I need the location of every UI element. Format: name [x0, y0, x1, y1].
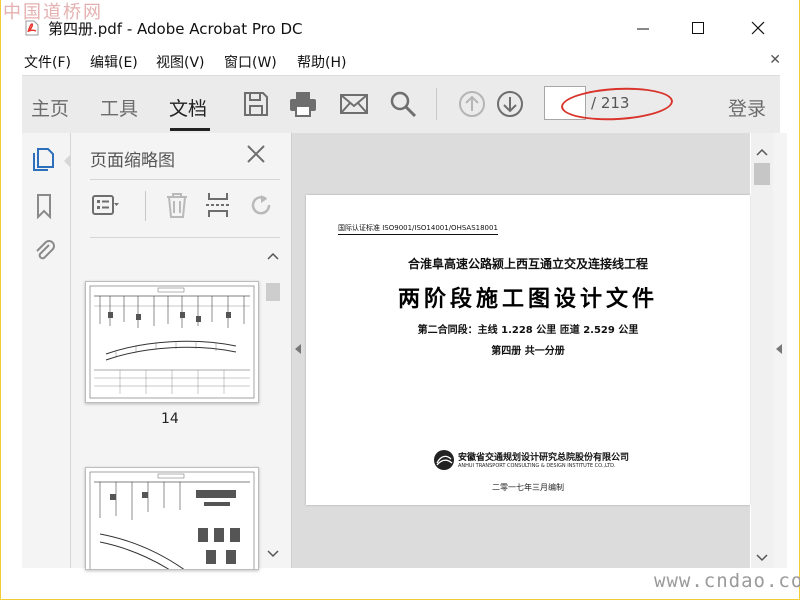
- tab-document[interactable]: 文档: [169, 94, 207, 121]
- thumbnail-options-icon[interactable]: [91, 191, 119, 219]
- thumbnails-panel: 页面缩略图 14: [71, 133, 292, 570]
- menu-file[interactable]: 文件(F): [24, 52, 71, 72]
- panel-divider: [90, 179, 280, 180]
- drawing-preview-image: [89, 471, 255, 569]
- previous-page-icon[interactable]: [457, 89, 487, 119]
- maximize-icon: [692, 22, 704, 34]
- institute-name-chinese: 安徽省交通规划设计研究总院股份有限公司: [458, 453, 630, 463]
- scroll-down-icon[interactable]: [262, 547, 284, 561]
- close-icon: [751, 21, 765, 35]
- collapse-left-panel-icon[interactable]: [295, 344, 301, 354]
- expand-right-panel-icon[interactable]: [776, 344, 782, 354]
- thumbnail-page-label: 14: [161, 411, 179, 427]
- page-thumbnail[interactable]: [85, 281, 259, 403]
- title-bar: 中国道桥网 第四册.pdf - Adobe Acrobat Pro DC: [1, 0, 799, 48]
- close-document-button[interactable]: ✕: [769, 52, 781, 68]
- document-scroll-thumb[interactable]: [754, 163, 770, 185]
- document-view[interactable]: 国际认证标准 ISO9001/ISO14001/OHSAS18001 合淮阜高速…: [292, 133, 750, 568]
- insert-pages-icon[interactable]: [204, 191, 232, 219]
- panel-toolbar-divider: [145, 191, 146, 221]
- right-pane-strip: [773, 133, 787, 568]
- delete-page-icon[interactable]: [163, 191, 191, 219]
- email-icon[interactable]: [339, 89, 369, 119]
- certification-line: 国际认证标准 ISO9001/ISO14001/OHSAS18001: [338, 223, 498, 235]
- doc-scroll-down-icon[interactable]: [751, 551, 773, 565]
- panel-toolbar-divider-bottom: [90, 237, 280, 238]
- close-panel-icon[interactable]: [245, 143, 267, 165]
- close-window-button[interactable]: [743, 14, 773, 42]
- print-icon[interactable]: [288, 89, 318, 119]
- document-scrollbar[interactable]: [751, 133, 773, 568]
- compile-date: 二零一七年三月编制: [492, 483, 564, 492]
- tab-home[interactable]: 主页: [31, 94, 69, 121]
- search-icon[interactable]: [388, 89, 418, 119]
- menu-bar: 文件(F) 编辑(E) 视图(V) 窗口(W) 帮助(H) ✕: [1, 48, 799, 74]
- pdf-page: 国际认证标准 ISO9001/ISO14001/OHSAS18001 合淮阜高速…: [306, 195, 750, 505]
- contract-section: 第二合同段：主线 1.228 公里 匝道 2.529 公里: [417, 325, 639, 336]
- next-page-icon[interactable]: [495, 89, 525, 119]
- window-title: 第四册.pdf - Adobe Acrobat Pro DC: [48, 20, 303, 38]
- maximize-button[interactable]: [683, 14, 713, 42]
- navigation-pane-strip: [22, 133, 71, 568]
- document-main-title: 两阶段施工图设计文件: [397, 286, 658, 312]
- minimize-icon: [637, 28, 649, 30]
- menu-edit[interactable]: 编辑(E): [90, 52, 138, 72]
- main-toolbar: 主页 工具 文档 / 213 登录: [22, 75, 780, 133]
- menu-view[interactable]: 视图(V): [156, 52, 205, 72]
- active-tab-indicator: [170, 128, 210, 131]
- page-thumbnails-icon[interactable]: [31, 147, 57, 173]
- thumbnails-scrollbar[interactable]: [262, 243, 284, 568]
- project-name: 合淮阜高速公路颍上西互通立交及连接线工程: [407, 257, 648, 271]
- panel-title: 页面缩略图: [90, 151, 175, 171]
- menu-window[interactable]: 窗口(W): [224, 52, 277, 72]
- pdf-file-icon: [25, 20, 39, 36]
- attachments-icon[interactable]: [31, 237, 57, 263]
- volume-info: 第四册 共一分册: [491, 346, 565, 357]
- minimize-button[interactable]: [628, 14, 658, 42]
- menu-help[interactable]: 帮助(H): [297, 52, 346, 72]
- save-icon[interactable]: [241, 89, 271, 119]
- institute-name-english: ANHUI TRANSPORT CONSULTING & DESIGN INST…: [458, 463, 616, 469]
- bookmarks-icon[interactable]: [31, 193, 57, 219]
- page-thumbnail[interactable]: [85, 467, 259, 570]
- scroll-up-icon[interactable]: [262, 249, 284, 263]
- toolbar-divider: [436, 88, 437, 120]
- drawing-preview-image: [89, 285, 255, 399]
- login-button[interactable]: 登录: [728, 94, 766, 121]
- tab-tools[interactable]: 工具: [100, 94, 138, 121]
- institute-logo: [434, 450, 454, 470]
- rotate-page-icon[interactable]: [247, 191, 275, 219]
- thumbnails-scroll-thumb[interactable]: [266, 283, 280, 301]
- watermark-bottom: www.cndao.com: [654, 570, 800, 592]
- doc-scroll-up-icon[interactable]: [751, 145, 773, 159]
